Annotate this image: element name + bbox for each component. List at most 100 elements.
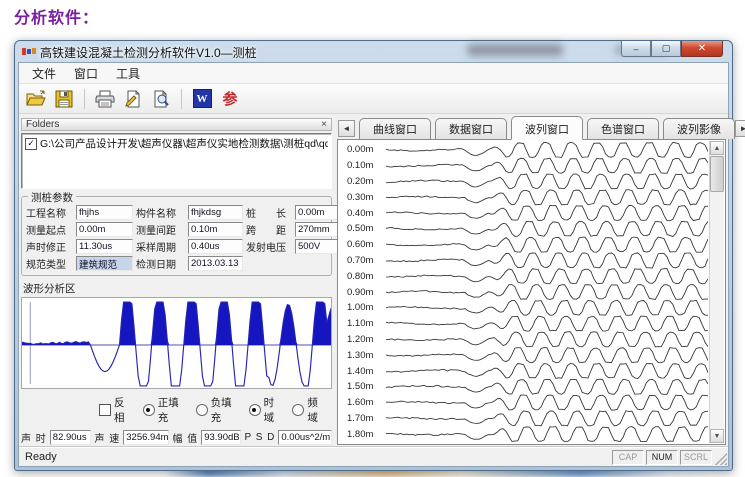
radio-selected-icon[interactable] <box>249 404 261 416</box>
scroll-up-icon[interactable]: ▲ <box>710 141 724 155</box>
toolbar-separator <box>181 89 182 109</box>
word-export-icon[interactable]: W <box>191 88 213 110</box>
fill-option[interactable]: 负填充 <box>196 395 237 425</box>
param-label: 声时修正 <box>26 239 73 254</box>
readout-label: 声 速 <box>94 430 120 445</box>
depth-label: 0.10m <box>338 158 384 174</box>
wave-trace <box>386 427 708 442</box>
folders-close-icon[interactable]: × <box>321 120 327 130</box>
scroll-thumb[interactable] <box>710 156 724 192</box>
param-value[interactable]: 0.10m <box>188 222 243 237</box>
vertical-scrollbar[interactable]: ▲ ▼ <box>709 141 724 443</box>
param-value[interactable]: 建筑规范 <box>76 256 133 271</box>
param-label: 构件名称 <box>136 205 185 220</box>
window-titlebar[interactable]: 高铁建设混凝土检测分析软件V1.0—测桩 – ▢ ✕ <box>15 41 732 62</box>
wave-trace <box>386 411 708 426</box>
menu-item-窗口[interactable]: 窗口 <box>65 63 107 84</box>
open-folder-icon[interactable] <box>25 88 47 110</box>
readout-label: 幅 值 <box>172 430 198 445</box>
readout-label: P S D <box>244 432 275 443</box>
invert-option[interactable]: 反相 <box>99 395 131 425</box>
depth-label: 0.90m <box>338 284 384 300</box>
param-value[interactable]: 11.30us <box>76 239 133 254</box>
param-value[interactable]: 0.00m <box>76 222 133 237</box>
tab-波列窗口[interactable]: 波列窗口 <box>511 116 583 140</box>
app-icon <box>22 45 36 58</box>
radio-unselected-icon[interactable] <box>292 404 304 416</box>
depth-label: 1.10m <box>338 316 384 332</box>
depth-label: 1.40m <box>338 363 384 379</box>
wave-trace <box>386 253 708 268</box>
invert-checkbox[interactable] <box>99 404 111 416</box>
pile-params-group: 测桩参数 工程名称fhjhs构件名称fhjkdsg桩 长0.00m测量起点0.0… <box>21 196 332 276</box>
depth-label: 1.70m <box>338 411 384 427</box>
close-button[interactable]: ✕ <box>681 41 723 57</box>
readouts-row: 声 时82.90us声 速3256.94m/s幅 值93.90dBP S D0.… <box>21 430 332 445</box>
tab-曲线窗口[interactable]: 曲线窗口 <box>359 118 431 139</box>
readout-value[interactable]: 93.90dB <box>201 430 241 445</box>
param-value[interactable]: fhjkdsg <box>188 205 243 220</box>
readout-value[interactable]: 3256.94m/s <box>123 430 169 445</box>
pile-params-grid: 工程名称fhjhs构件名称fhjkdsg桩 长0.00m测量起点0.00m测量间… <box>26 205 327 271</box>
param-value[interactable]: 2013.03.13 <box>188 256 243 271</box>
radio-unselected-icon[interactable] <box>196 404 208 416</box>
toolbar-separator <box>84 89 85 109</box>
main-area: Folders × ✓G:\公司产品设计开发\超声仪器\超声仪实地检测数据\测桩… <box>19 114 728 447</box>
export-report-icon[interactable] <box>122 88 144 110</box>
wave-analysis-plot[interactable] <box>21 297 332 389</box>
window-title: 高铁建设混凝土检测分析软件V1.0—测桩 <box>40 44 257 61</box>
status-bar: Ready CAPNUMSCRL <box>19 447 728 466</box>
fill-option-label: 正填充 <box>158 395 184 425</box>
readout-value[interactable]: 0.00us^2/m <box>278 430 332 445</box>
wave-trace <box>386 205 708 220</box>
tab-色谱窗口[interactable]: 色谱窗口 <box>587 118 659 139</box>
tab-scroll-right-icon[interactable]: ► <box>735 120 745 137</box>
depth-label: 1.00m <box>338 300 384 316</box>
folders-list[interactable]: ✓G:\公司产品设计开发\超声仪器\超声仪实地检测数据\测桩qd\qd03\qd… <box>21 133 332 189</box>
folder-list-item[interactable]: ✓G:\公司产品设计开发\超声仪器\超声仪实地检测数据\测桩qd\qd03\qd… <box>25 136 328 151</box>
domain-option[interactable]: 频域 <box>292 395 324 425</box>
indicator-cap: CAP <box>612 450 644 465</box>
parameters-icon[interactable]: 参 <box>219 88 241 110</box>
print-preview-icon[interactable] <box>150 88 172 110</box>
resize-grip[interactable] <box>715 453 727 465</box>
wave-trace <box>386 142 708 157</box>
wave-trace <box>386 158 708 173</box>
menu-item-文件[interactable]: 文件 <box>23 63 65 84</box>
folder-path: G:\公司产品设计开发\超声仪器\超声仪实地检测数据\测桩qd\qd03\qd0… <box>40 136 328 151</box>
depth-label: 0.80m <box>338 268 384 284</box>
wave-train-panel: 0.00m0.10m0.20m0.30m0.40m0.50m0.60m0.70m… <box>337 140 726 445</box>
depth-label: 0.60m <box>338 237 384 253</box>
fill-option-label: 负填充 <box>211 395 237 425</box>
scroll-down-icon[interactable]: ▼ <box>710 429 724 443</box>
wave-trace <box>386 300 708 315</box>
tab-数据窗口[interactable]: 数据窗口 <box>435 118 507 139</box>
client-area: 文件窗口工具 <box>18 62 729 467</box>
menu-item-工具[interactable]: 工具 <box>107 63 149 84</box>
param-value[interactable]: fhjhs <box>76 205 133 220</box>
param-label: 桩 长 <box>246 205 292 220</box>
domain-option-label: 频域 <box>307 395 324 425</box>
toolbar: W 参 <box>19 84 728 114</box>
maximize-button[interactable]: ▢ <box>651 41 681 57</box>
domain-option[interactable]: 时域 <box>249 395 281 425</box>
tab-波列影像[interactable]: 波列影像 <box>663 118 735 139</box>
wave-trace <box>386 221 708 236</box>
wave-options-row: 反相 正填充 负填充时域频域 <box>99 395 332 425</box>
minimize-button[interactable]: – <box>621 41 651 57</box>
depth-label: 0.00m <box>338 142 384 158</box>
print-icon[interactable] <box>94 88 116 110</box>
radio-selected-icon[interactable] <box>143 404 155 416</box>
param-value[interactable]: 0.40us <box>188 239 243 254</box>
depth-label: 1.20m <box>338 332 384 348</box>
indicator-scrl: SCRL <box>680 450 712 465</box>
tab-scroll-left-icon[interactable]: ◄ <box>338 120 355 137</box>
menu-bar: 文件窗口工具 <box>19 63 728 84</box>
fill-option[interactable]: 正填充 <box>143 395 184 425</box>
checkbox-checked-icon[interactable]: ✓ <box>25 138 37 150</box>
depth-label: 0.40m <box>338 205 384 221</box>
readout-value[interactable]: 82.90us <box>50 430 92 445</box>
wave-trace <box>386 174 708 189</box>
wave-analysis-label: 波形分析区 <box>23 281 332 296</box>
save-icon[interactable] <box>53 88 75 110</box>
